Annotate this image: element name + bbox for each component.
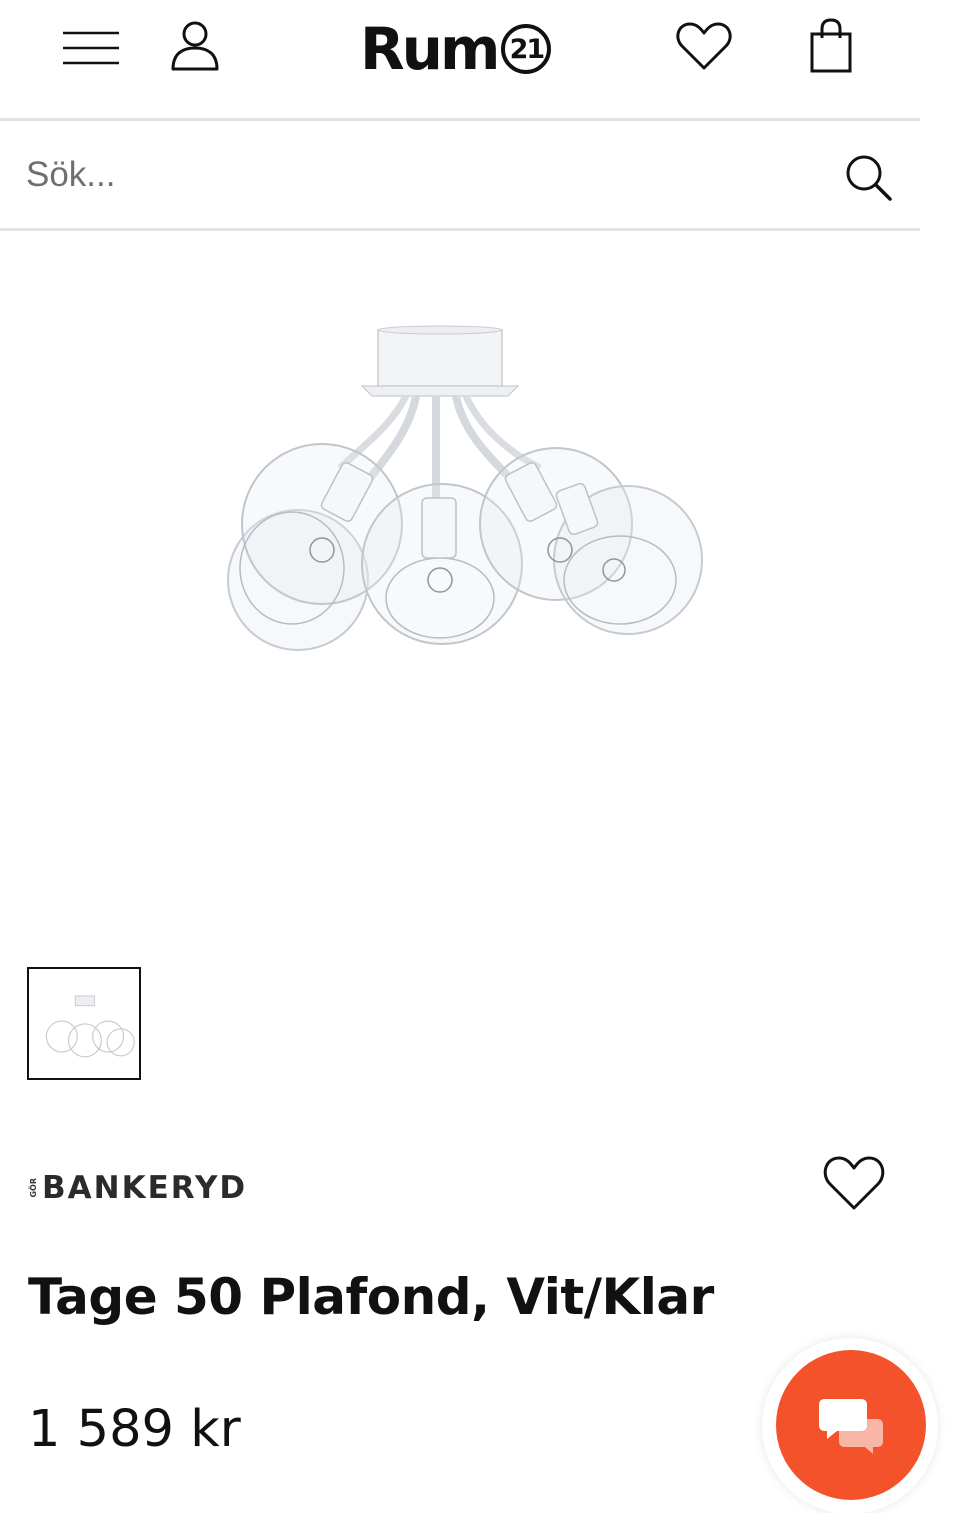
- search-divider: [0, 228, 920, 231]
- logo-wordmark: Rum: [360, 15, 500, 83]
- site-logo[interactable]: Rum 21: [360, 14, 552, 84]
- search-input[interactable]: [26, 143, 816, 207]
- product-title: Tage 50 Plafond, Vit/Klar: [28, 1268, 714, 1326]
- search-bar: [0, 121, 920, 228]
- bag-icon[interactable]: [806, 18, 856, 74]
- site-header: Rum 21: [0, 0, 920, 118]
- product-image[interactable]: [210, 318, 720, 658]
- heart-icon[interactable]: [675, 20, 733, 72]
- product-page: Rum 21 Sök... GÖR BANKERYD Tage 50 Plafo…: [0, 0, 960, 1513]
- chat-button[interactable]: [762, 1338, 938, 1513]
- brand-logo[interactable]: GÖR BANKERYD: [29, 1168, 248, 1208]
- menu-icon[interactable]: [62, 28, 120, 68]
- product-price: 1 589 kr: [28, 1400, 241, 1459]
- logo-badge: 21: [501, 24, 552, 74]
- search-icon[interactable]: [842, 151, 894, 203]
- brand-prefix: GÖR: [29, 1178, 38, 1198]
- chat-button-fill: [776, 1350, 926, 1500]
- product-thumbnail[interactable]: [27, 967, 141, 1080]
- heart-icon[interactable]: [822, 1154, 886, 1212]
- user-icon[interactable]: [170, 20, 220, 72]
- chat-icon: [819, 1399, 883, 1454]
- brand-name: BANKERYD: [42, 1170, 248, 1206]
